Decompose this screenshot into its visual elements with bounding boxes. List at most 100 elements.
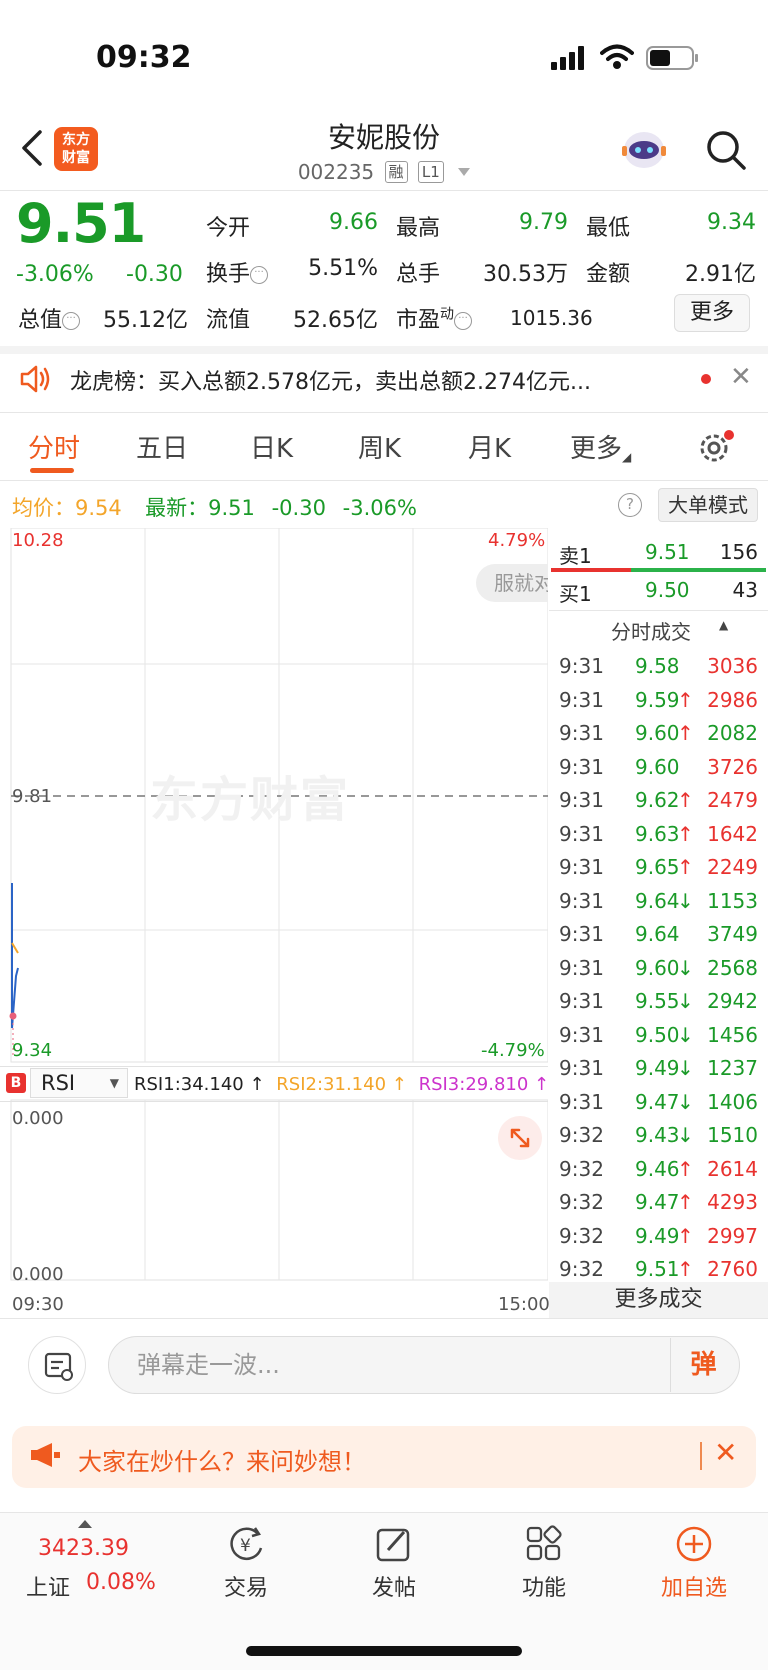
latest-change: -0.30 — [271, 496, 326, 520]
add-watchlist-icon[interactable] — [674, 1524, 714, 1564]
post-icon[interactable] — [374, 1524, 414, 1564]
notice-text[interactable]: 龙虎榜：买入总额2.578亿元，卖出总额2.274亿元... — [70, 364, 660, 396]
divider — [0, 412, 768, 413]
more-button[interactable]: 更多 — [674, 294, 750, 332]
info-dots-icon[interactable]: ··· — [454, 312, 473, 330]
nav-trade[interactable]: 交易 — [186, 1570, 306, 1602]
trades-title: 分时成交 — [611, 620, 691, 644]
open-label: 今开 — [206, 216, 251, 241]
trade-time: 9:32 — [559, 1156, 604, 1181]
sell1-price: 9.51 — [645, 540, 690, 564]
volume-value: 30.53万 — [483, 262, 568, 287]
mktcap-value: 55.12亿 — [103, 308, 188, 333]
gear-icon[interactable] — [696, 428, 736, 468]
trade-row: 9:31 9.64 3749 — [549, 918, 768, 951]
more-trades-button[interactable]: 更多成交 — [549, 1282, 768, 1318]
trade-price: 9.50 — [635, 1022, 680, 1047]
trade-time: 9:32 — [559, 1190, 604, 1214]
trade-price: 9.60 — [635, 955, 680, 980]
high-label: 最高 — [396, 216, 441, 241]
intraday-chart[interactable] — [0, 528, 548, 1288]
trade-volume: 2249 — [707, 855, 758, 879]
nav-add-watchlist[interactable]: 加自选 — [634, 1570, 754, 1602]
trade-time: 9:31 — [559, 687, 604, 712]
home-indicator — [246, 1646, 522, 1656]
trade-row: 9:31 9.47 ↓ 1406 — [549, 1086, 768, 1119]
trade-volume: 3749 — [707, 922, 758, 946]
trade-volume: 1456 — [707, 1022, 758, 1047]
status-time: 09:32 — [96, 40, 192, 75]
trade-volume: 1406 — [707, 1089, 758, 1114]
danmu-input[interactable]: 弹幕走一波... — [108, 1336, 740, 1394]
rsi-top-value: 0.000 — [12, 1108, 64, 1129]
speech-bubble[interactable]: 服就对 — [476, 564, 548, 602]
buy1-label: 买1 — [559, 582, 592, 606]
trade-time: 9:32 — [559, 1257, 604, 1281]
info-dots-icon[interactable]: ··· — [250, 266, 269, 284]
trade-row: 9:32 9.46 ↑ 2614 — [549, 1153, 768, 1186]
ad-divider — [700, 1442, 702, 1470]
trade-row: 9:31 9.59 ↑ 2986 — [549, 684, 768, 717]
level-tag: L1 — [417, 161, 444, 183]
trade-direction-icon: ↓ — [677, 955, 694, 980]
rsi-bottom-value: 0.000 — [12, 1264, 64, 1285]
index-value[interactable]: 3423.39 — [38, 1536, 129, 1561]
info-dots-icon[interactable]: ··· — [62, 312, 81, 330]
trade-direction-icon: ↓ — [677, 989, 694, 1013]
index-pct[interactable]: 0.08% — [86, 1570, 156, 1595]
amount-label: 金额 — [586, 262, 631, 287]
robot-icon[interactable] — [620, 126, 668, 172]
search-icon[interactable] — [704, 128, 748, 172]
nav-function[interactable]: 功能 — [484, 1570, 604, 1602]
ad-text[interactable]: 大家在炒什么？来问妙想！ — [78, 1442, 366, 1477]
tab-active-indicator — [30, 468, 74, 473]
trade-time: 9:31 — [559, 1056, 604, 1080]
index-name[interactable]: 上证 — [26, 1570, 70, 1602]
tab-weekly-k[interactable]: 周K — [358, 428, 401, 465]
trade-volume: 2986 — [707, 687, 758, 712]
volume-label: 总手 — [396, 262, 441, 287]
trade-time: 9:31 — [559, 855, 604, 879]
close-icon[interactable]: ✕ — [714, 1436, 737, 1469]
low-value: 9.34 — [707, 210, 756, 235]
danmu-send-button[interactable]: 弹 — [670, 1338, 736, 1392]
tab-daily-k[interactable]: 日K — [250, 428, 293, 465]
tab-more[interactable]: 更多◢ — [570, 428, 631, 465]
trade-row: 9:32 9.49 ↑ 2997 — [549, 1220, 768, 1253]
trade-direction-icon: ↓ — [677, 1123, 694, 1147]
trade-price: 9.49 — [635, 1223, 680, 1248]
trade-row: 9:32 9.47 ↑ 4293 — [549, 1186, 768, 1219]
indicator-select[interactable]: RSI ▼ — [30, 1068, 128, 1098]
change-amount: -0.30 — [126, 262, 183, 287]
amount-value: 2.91亿 — [685, 262, 756, 287]
trade-direction-icon: ↑ — [677, 721, 694, 745]
trade-volume: 2760 — [707, 1257, 758, 1281]
trade-time: 9:32 — [559, 1223, 604, 1248]
trade-direction-icon: ↑ — [677, 821, 694, 846]
close-icon[interactable]: ✕ — [730, 362, 752, 392]
tab-monthly-k[interactable]: 月K — [468, 428, 511, 465]
function-grid-icon[interactable] — [524, 1524, 564, 1564]
trade-volume: 2479 — [707, 788, 758, 812]
nav-post[interactable]: 发帖 — [334, 1570, 454, 1602]
pe-value: 1015.36 — [510, 306, 593, 330]
trade-row: 9:31 9.50 ↓ 1456 — [549, 1019, 768, 1052]
help-icon[interactable]: ? — [618, 493, 642, 517]
trade-price: 9.65 — [635, 855, 680, 879]
tab-five-day[interactable]: 五日 — [136, 428, 188, 465]
trade-volume: 3726 — [707, 754, 758, 779]
speaker-icon — [20, 365, 50, 393]
trade-row: 9:31 9.63 ↑ 1642 — [549, 818, 768, 851]
tab-intraday[interactable]: 分时 — [28, 428, 80, 465]
trade-time: 9:31 — [559, 922, 604, 946]
notice-dot — [701, 374, 711, 384]
big-order-mode-button[interactable]: 大单模式 — [658, 488, 758, 522]
stock-code: 002235 — [297, 160, 375, 184]
trade-volume: 2082 — [707, 721, 758, 745]
trade-price: 9.47 — [635, 1089, 680, 1114]
expand-icon[interactable] — [498, 1116, 542, 1160]
trade-volume: 3036 — [707, 654, 758, 678]
trade-row: 9:31 9.65 ↑ 2249 — [549, 851, 768, 884]
trade-icon[interactable]: ¥ — [224, 1524, 268, 1564]
comment-settings-icon[interactable] — [28, 1336, 86, 1394]
